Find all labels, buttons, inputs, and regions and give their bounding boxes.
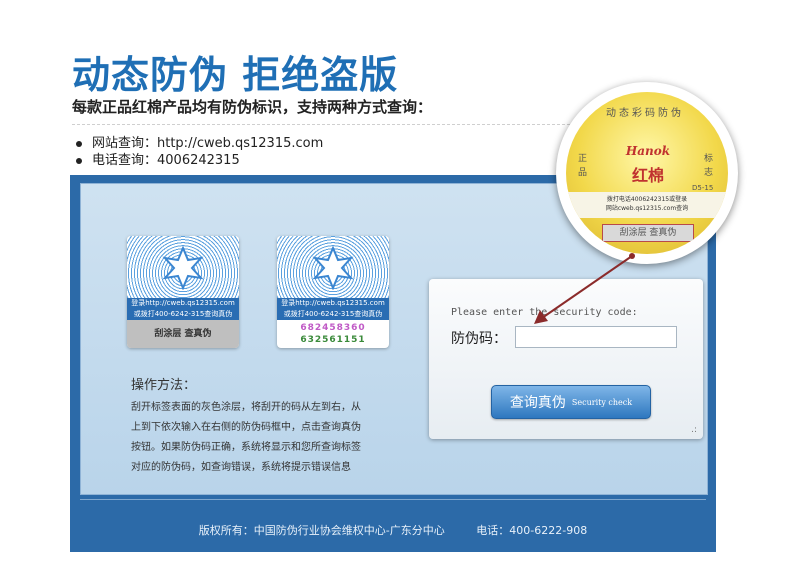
star-icon [162,246,204,290]
howto-line: 刮开标签表面的灰色涂层，将刮开的码从左到右，从 [131,402,361,413]
howto-title: 操作方法： [131,378,197,393]
security-check-button-label: 查询真伪 [509,395,566,411]
security-code-label: 防伪码： [451,331,507,347]
star-icon [312,246,354,290]
seal-scratch: 刮涂层 查真伪 [602,224,694,242]
label-info-strip: 登录http://cweb.qs12315.com 或拨打400-6242-31… [277,298,389,320]
info-phone-text: 电话查询：4006242315 [92,153,240,168]
label-phone-text: 或拨打400-6242-315查询真伪 [283,310,383,318]
howto-line: 上到下依次输入在右侧的防伪码框中，点击查询真伪 [131,422,361,433]
revealed-code: 682458360 632561151 [277,322,389,346]
footer: 版权所有：中国防伪行业协会维权中心-广东分中心 电话：400-6222-908 [70,522,716,538]
label-sample-right: 登录http://cweb.qs12315.com 或拨打400-6242-31… [277,236,389,348]
footer-phone: 电话：400-6222-908 [476,524,588,537]
label-url-text: 登录http://cweb.qs12315.com [281,299,385,307]
security-seal: 动态彩码防伪 正品 标志 Hanok 红棉 D5-15 拨打电话40062423… [566,92,728,254]
seal-right-text: 标志 [704,154,714,178]
seal-brand: 红棉 [631,166,664,185]
seal-info-strip: 拨打电话4006242315或登录 网站cweb.qs12315.com查询 [566,192,728,218]
label-sample-left: 登录http://cweb.qs12315.com 或拨打400-6242-31… [127,236,239,348]
howto-line: 按钮。如果防伪码正确，系统将显示和您所查询标签 [131,442,361,453]
seal-ring-text: 动态彩码防伪 [606,108,684,119]
resize-handle[interactable]: .: [691,425,697,435]
page-title: 动态防伪 拒绝盗版 [72,53,399,97]
seal-line2: 网站cweb.qs12315.com查询 [605,205,689,212]
security-check-button-label-en: Security check [571,397,633,407]
seal-model: D5-15 [692,184,714,192]
label-info-strip: 登录http://cweb.qs12315.com 或拨打400-6242-31… [127,298,239,320]
page-subtitle: 每款正品红棉产品均有防伪标识，支持两种方式查询： [72,98,433,116]
seal-logo: Hanok [625,144,671,158]
info-phone: 电话查询：4006242315 [76,149,240,168]
revealed-code-line2: 632561151 [300,335,366,345]
arrow-icon [534,253,635,324]
scratch-coating: 刮涂层 查真伪 [127,320,239,348]
revealed-code-line1: 682458360 [300,323,366,333]
label-phone-text: 或拨打400-6242-315查询真伪 [133,310,233,318]
bullet-icon [76,157,82,164]
security-seal-zoom: 动态彩码防伪 正品 标志 Hanok 红棉 D5-15 拨打电话40062423… [556,82,738,264]
howto-line: 对应的防伪码，如查询错误，系统将提示错误信息 [131,462,351,473]
seal-line1: 拨打电话4006242315或登录 [606,196,688,203]
footer-copyright: 版权所有：中国防伪行业协会维权中心-广东分中心 [198,524,445,537]
footer-divider [80,499,706,500]
seal-left-text: 正品 [578,154,588,178]
label-url-text: 登录http://cweb.qs12315.com [131,299,235,307]
howto-text: 刮开标签表面的灰色涂层，将刮开的码从左到右，从 上到下依次输入在右侧的防伪码框中… [131,398,421,478]
bullet-icon [76,140,82,147]
security-check-button[interactable]: 查询真伪 Security check [491,385,651,419]
